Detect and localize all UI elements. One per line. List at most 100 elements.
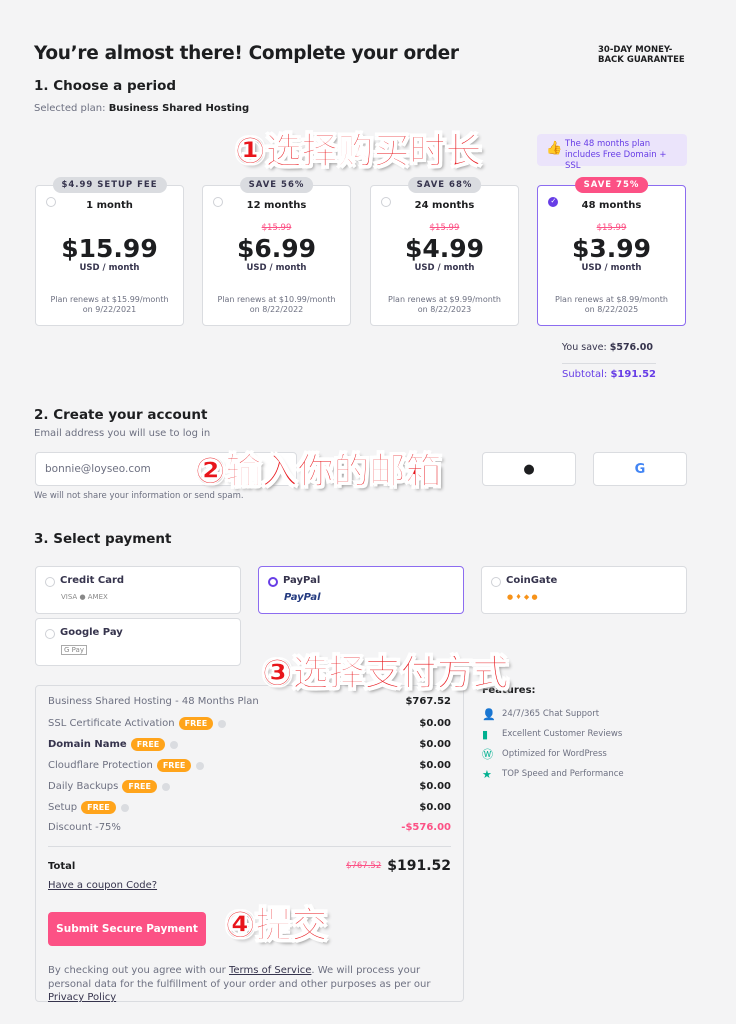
page-title: You’re almost there! Complete your order — [34, 43, 459, 64]
payment-google-pay[interactable]: Google Pay G Pay — [35, 618, 241, 666]
renew-date: on 8/22/2022 — [249, 305, 304, 314]
plan-price: $6.99 — [236, 234, 317, 263]
coupon-link[interactable]: Have a coupon Code? — [48, 880, 451, 891]
plan-renew: Plan renews at $8.99/month on 8/22/2025 — [538, 295, 685, 315]
plan-badge: SAVE 68% — [407, 177, 482, 193]
crypto-logos-icon: ● ♦ ◆ ● — [507, 593, 538, 601]
help-icon[interactable] — [218, 719, 227, 728]
renew-date: on 8/22/2025 — [584, 305, 639, 314]
subtotal-label: Subtotal: — [561, 369, 608, 380]
plan-card-1-month[interactable]: $4.99 SETUP FEE 1 month $15.99 USD / mon… — [35, 177, 184, 326]
plan-price: $15.99 — [61, 234, 158, 263]
email-input[interactable] — [35, 452, 297, 486]
chart-icon: ▮ — [482, 727, 489, 741]
total-label: Total — [48, 860, 76, 872]
radio[interactable] — [268, 577, 278, 587]
payment-label: CoinGate — [506, 575, 558, 586]
plan-term: 12 months — [246, 200, 307, 211]
row-value: $767.52 — [405, 696, 451, 707]
feature-label: TOP Speed and Performance — [502, 769, 624, 779]
plan-unit: USD / month — [79, 263, 140, 273]
help-icon[interactable] — [120, 803, 129, 812]
you-save-value: $576.00 — [609, 342, 653, 353]
payment-label: Credit Card — [60, 575, 125, 586]
plan-info-box: 👍 The 48 months plan includes Free Domain… — [537, 134, 687, 171]
free-badge: FREE — [130, 738, 166, 751]
plan-radio[interactable] — [46, 197, 56, 207]
card-logos-icon: VISA ● AMEX — [61, 593, 108, 601]
row-label: Setup — [48, 802, 78, 813]
help-icon[interactable] — [170, 740, 179, 749]
plan-badge: SAVE 56% — [239, 177, 314, 193]
row-value: $0.00 — [419, 760, 451, 771]
legal-text: By checking out you agree with our Terms… — [48, 964, 458, 1005]
plan-card-24-months[interactable]: SAVE 68% 24 months $15.99 $4.99 USD / mo… — [370, 177, 519, 326]
summary-row: Setup FREE $0.00 — [48, 801, 451, 814]
github-login-button[interactable]: ● — [482, 452, 576, 486]
feature-item: Ⓦ Optimized for WordPress — [482, 744, 624, 764]
payment-label: Google Pay — [60, 627, 123, 638]
row-label: Cloudflare Protection — [48, 760, 153, 771]
you-save: You save: $576.00 — [562, 342, 653, 353]
privacy-link[interactable]: Privacy Policy — [48, 992, 116, 1003]
plan-renew: Plan renews at $9.99/month on 8/22/2023 — [371, 295, 518, 315]
renew-date: on 8/22/2023 — [417, 305, 472, 314]
payment-coingate[interactable]: CoinGate ● ♦ ◆ ● — [481, 566, 687, 614]
annotation-1: ①选择购买时长 — [234, 131, 482, 173]
github-icon: ● — [523, 461, 535, 477]
help-icon[interactable] — [161, 782, 170, 791]
plan-radio[interactable] — [548, 197, 558, 207]
row-value: $0.00 — [419, 718, 451, 729]
free-badge: FREE — [122, 780, 157, 793]
gpay-logo-icon: G Pay — [61, 645, 87, 655]
terms-link[interactable]: Terms of Service — [229, 965, 311, 976]
row-label: Daily Backups — [48, 781, 119, 792]
plan-badge: SAVE 75% — [574, 177, 649, 193]
plan-term: 1 month — [86, 200, 133, 211]
submit-payment-button[interactable]: Submit Secure Payment — [48, 912, 206, 946]
plan-term: 48 months — [581, 200, 642, 211]
privacy-note: We will not share your information or se… — [34, 491, 244, 501]
you-save-label: You save: — [561, 342, 607, 353]
period-heading: 1. Choose a period — [34, 78, 177, 94]
renew-text: Plan renews at $8.99/month — [555, 295, 668, 304]
subtotal-value: $191.52 — [610, 369, 656, 380]
plan-radio[interactable] — [213, 197, 223, 207]
plan-price: $3.99 — [571, 234, 652, 263]
help-icon[interactable] — [196, 761, 205, 770]
row-value: -$576.00 — [401, 822, 451, 833]
payment-heading: 3. Select payment — [34, 531, 172, 547]
summary-row: Discount -75% -$576.00 — [48, 822, 451, 833]
renew-date: on 9/22/2021 — [82, 305, 137, 314]
total-row: Total $767.52 $191.52 — [48, 858, 451, 874]
summary-row: Business Shared Hosting - 48 Months Plan… — [48, 696, 451, 707]
feature-item: ★ TOP Speed and Performance — [482, 764, 624, 784]
row-label: Domain Name — [48, 739, 127, 750]
renew-text: Plan renews at $9.99/month — [388, 295, 501, 304]
plan-card-12-months[interactable]: SAVE 56% 12 months $15.99 $6.99 USD / mo… — [202, 177, 351, 326]
row-label: SSL Certificate Activation — [48, 718, 175, 729]
summary-row: Daily Backups FREE $0.00 — [48, 780, 451, 793]
plan-card-48-months[interactable]: SAVE 75% 48 months $15.99 $3.99 USD / mo… — [537, 177, 686, 326]
plan-unit: USD / month — [414, 263, 475, 273]
row-label: Business Shared Hosting - 48 Months Plan — [48, 696, 259, 707]
google-login-button[interactable]: G — [593, 452, 687, 486]
selected-plan-name: Business Shared Hosting — [108, 103, 250, 114]
plan-price: $4.99 — [404, 234, 485, 263]
payment-credit-card[interactable]: Credit Card VISA ● AMEX — [35, 566, 241, 614]
renew-text: Plan renews at $15.99/month — [50, 295, 169, 304]
summary-row: Domain Name FREE $0.00 — [48, 738, 451, 751]
free-badge: FREE — [156, 759, 192, 772]
guarantee-label: 30-DAY MONEY-BACK GUARANTEE — [598, 45, 685, 65]
payment-paypal[interactable]: PayPal PayPal — [258, 566, 464, 614]
thumbs-up-icon: 👍 — [546, 141, 563, 156]
radio[interactable] — [491, 577, 501, 587]
row-value: $0.00 — [419, 781, 451, 792]
legal-part: By checking out you agree with our — [48, 965, 229, 976]
order-summary: Business Shared Hosting - 48 Months Plan… — [35, 685, 464, 1005]
paypal-logo-icon: PayPal — [284, 592, 321, 603]
plan-radio[interactable] — [381, 197, 391, 207]
plan-badge: $4.99 SETUP FEE — [52, 177, 167, 193]
radio[interactable] — [45, 629, 55, 639]
radio[interactable] — [45, 577, 55, 587]
